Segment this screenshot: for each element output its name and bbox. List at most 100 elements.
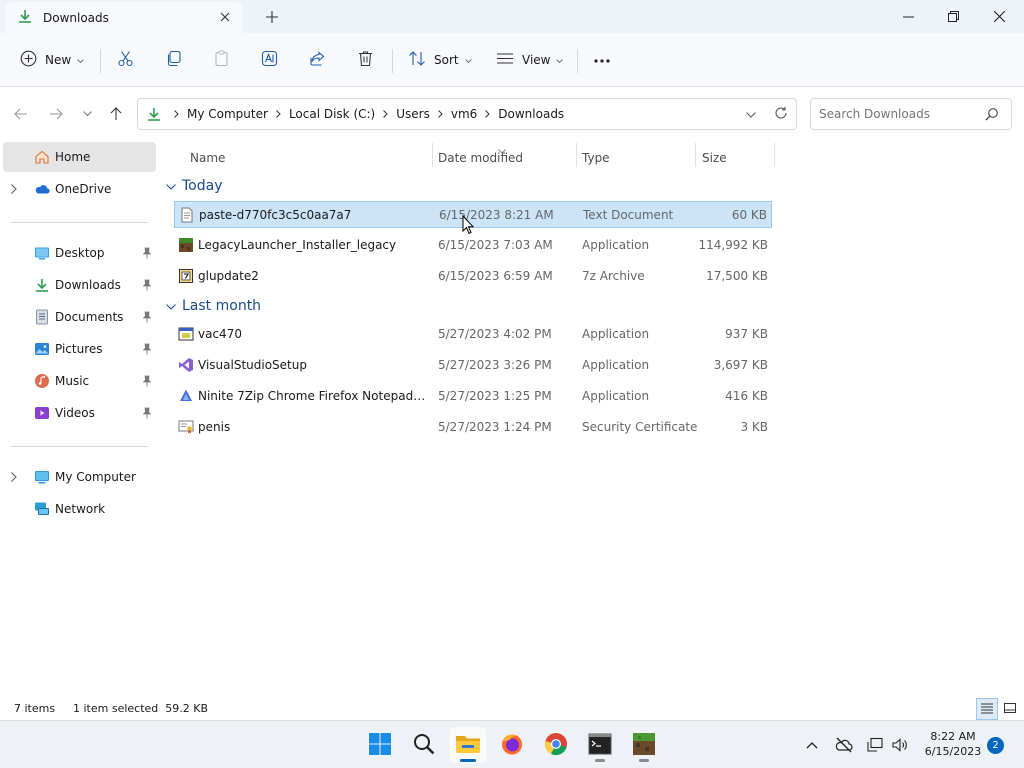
column-header-size[interactable]: Size: [696, 146, 774, 170]
taskbar-terminal[interactable]: [582, 727, 618, 763]
nav-item-pictures[interactable]: Pictures: [3, 334, 156, 364]
breadcrumb-users[interactable]: Users: [396, 107, 430, 121]
up-button[interactable]: [105, 103, 127, 125]
desktop-icon: [34, 245, 50, 261]
file-row[interactable]: Ninite 7Zip Chrome Firefox Notepad Inst.…: [174, 383, 772, 410]
nav-item-my-computer[interactable]: My Computer: [3, 462, 156, 492]
taskbar-search-button[interactable]: [406, 727, 442, 763]
cut-button[interactable]: [111, 45, 140, 75]
breadcrumb-local-disk[interactable]: Local Disk (C:): [289, 107, 375, 121]
column-divider[interactable]: [774, 143, 775, 167]
file-size: 3,697 KB: [713, 358, 768, 372]
nav-item-documents[interactable]: Documents: [3, 302, 156, 332]
divider: [100, 49, 101, 73]
running-indicator: [595, 759, 605, 762]
column-header-type[interactable]: Type: [576, 146, 696, 170]
group-header-today[interactable]: Today: [166, 176, 223, 196]
minecraft-block-icon: [178, 237, 194, 253]
chevron-right-icon[interactable]: [276, 110, 281, 118]
file-row[interactable]: vac470 5/27/2023 4:02 PM Application 937…: [174, 321, 772, 348]
show-hidden-icons-button[interactable]: [802, 736, 822, 754]
column-header-label: Date modified: [438, 151, 524, 165]
new-button[interactable]: New: [14, 45, 90, 75]
refresh-icon[interactable]: [774, 106, 788, 123]
more-options-button[interactable]: [587, 45, 617, 75]
chevron-right-icon[interactable]: [11, 183, 17, 197]
share-button[interactable]: [303, 45, 332, 75]
chevron-right-icon[interactable]: [383, 110, 388, 118]
file-type: 7z Archive: [582, 269, 645, 283]
file-name: vac470: [198, 327, 242, 341]
file-row[interactable]: glupdate2 6/15/2023 6:59 AM 7z Archive 1…: [174, 263, 772, 290]
nav-item-videos[interactable]: Videos: [3, 398, 156, 428]
chevron-right-icon[interactable]: [485, 110, 490, 118]
minimize-button[interactable]: [885, 0, 931, 32]
file-name: glupdate2: [198, 269, 259, 283]
file-row[interactable]: LegacyLauncher_Installer_legacy 6/15/202…: [174, 232, 772, 259]
nav-label: OneDrive: [55, 182, 112, 196]
pin-icon[interactable]: [142, 343, 152, 358]
group-header-last-month[interactable]: Last month: [166, 296, 261, 316]
file-type: Security Certificate: [582, 420, 698, 434]
pin-icon[interactable]: [142, 311, 152, 326]
taskbar-file-explorer[interactable]: [450, 727, 486, 763]
file-size: 60 KB: [731, 208, 767, 222]
recent-locations-button[interactable]: [76, 103, 98, 125]
taskbar-chrome[interactable]: [538, 727, 574, 763]
divider: [10, 222, 148, 223]
divider: [577, 49, 578, 73]
breadcrumb-my-computer[interactable]: My Computer: [187, 107, 268, 121]
view-button[interactable]: View: [490, 45, 569, 75]
nav-item-home[interactable]: Home: [3, 142, 156, 172]
clock[interactable]: 8:22 AM 6/15/2023: [920, 729, 986, 759]
pin-icon[interactable]: [142, 407, 152, 422]
nav-item-music[interactable]: Music: [3, 366, 156, 396]
file-row[interactable]: penis 5/27/2023 1:24 PM Security Certifi…: [174, 414, 772, 441]
back-button[interactable]: [10, 103, 32, 125]
breadcrumb-vm6[interactable]: vm6: [451, 107, 477, 121]
new-tab-button[interactable]: [262, 7, 282, 27]
pin-icon[interactable]: [142, 375, 152, 390]
taskbar-minecraft[interactable]: [626, 727, 662, 763]
column-header-name[interactable]: Name: [184, 146, 432, 170]
address-history-button[interactable]: [746, 107, 756, 121]
file-list: Name Date modified Type Size Today paste…: [160, 140, 1024, 698]
search-input[interactable]: [819, 107, 979, 121]
delete-button[interactable]: [351, 45, 380, 75]
search-icon[interactable]: [985, 107, 999, 124]
file-row[interactable]: VisualStudioSetup 5/27/2023 3:26 PM Appl…: [174, 352, 772, 379]
file-name: paste-d770fc3c5c0aa7a7: [199, 208, 352, 222]
start-button[interactable]: [362, 727, 398, 763]
group-label: Last month: [182, 298, 262, 314]
taskbar-firefox[interactable]: [494, 727, 530, 763]
nav-label: Network: [55, 502, 106, 516]
network-status-icon[interactable]: [866, 736, 886, 754]
copy-button[interactable]: [159, 45, 188, 75]
cloud-offline-icon[interactable]: [834, 736, 854, 754]
close-tab-icon[interactable]: [217, 9, 233, 25]
chevron-right-icon[interactable]: [11, 471, 17, 485]
rename-button[interactable]: [255, 45, 284, 75]
pin-icon[interactable]: [142, 279, 152, 294]
chevron-right-icon[interactable]: [174, 110, 179, 118]
running-indicator: [639, 759, 649, 762]
column-header-date[interactable]: Date modified: [432, 146, 576, 170]
nav-item-onedrive[interactable]: OneDrive: [3, 174, 156, 204]
chevron-right-icon[interactable]: [437, 110, 443, 118]
paste-button[interactable]: [207, 45, 236, 75]
maximize-button[interactable]: [930, 0, 976, 32]
tiles-view-button[interactable]: [999, 698, 1021, 720]
notification-badge[interactable]: 2: [987, 737, 1004, 754]
details-view-button[interactable]: [976, 698, 998, 720]
pin-icon[interactable]: [142, 247, 152, 262]
nav-item-desktop[interactable]: Desktop: [3, 238, 156, 268]
nav-item-network[interactable]: Network: [3, 494, 156, 524]
sort-button[interactable]: Sort: [402, 45, 478, 75]
tab-downloads[interactable]: Downloads: [5, 2, 243, 33]
breadcrumb-downloads[interactable]: Downloads: [498, 107, 564, 121]
close-window-button[interactable]: [976, 0, 1022, 32]
address-bar[interactable]: My Computer Local Disk (C:) Users vm6 Do…: [137, 98, 797, 130]
nav-item-downloads[interactable]: Downloads: [3, 270, 156, 300]
volume-icon[interactable]: [890, 736, 910, 754]
forward-button[interactable]: [45, 103, 67, 125]
